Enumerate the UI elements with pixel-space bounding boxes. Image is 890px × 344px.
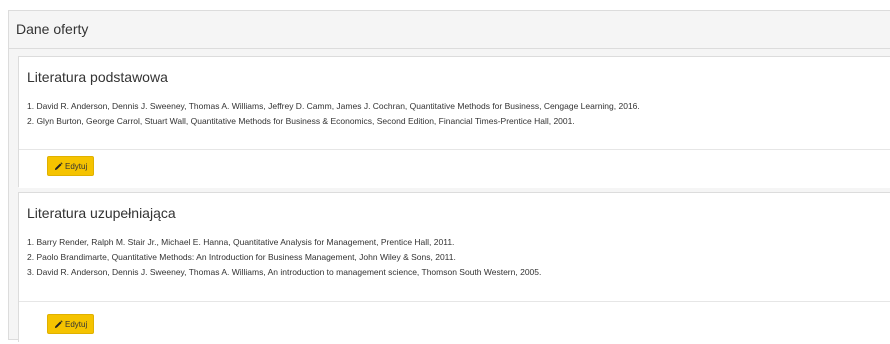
list-item: 3. David R. Anderson, Dennis J. Sweeney,… bbox=[27, 267, 542, 277]
edit-label: Edytuj bbox=[65, 319, 88, 329]
supplementary-literature-list: 1. Barry Render, Ralph M. Stair Jr., Mic… bbox=[19, 221, 890, 280]
card-footer: Edytuj bbox=[19, 149, 890, 188]
list-item: 2. Paolo Brandimarte, Quantitative Metho… bbox=[27, 252, 456, 262]
list-item: 2. Glyn Burton, George Carrol, Stuart Wa… bbox=[27, 116, 575, 126]
supplementary-literature-card: Literatura uzupełniająca 1. Barry Render… bbox=[18, 192, 890, 344]
list-item: 1. David R. Anderson, Dennis J. Sweeney,… bbox=[27, 101, 640, 111]
edit-primary-literature-button[interactable]: Edytuj bbox=[47, 156, 95, 176]
supplementary-literature-title: Literatura uzupełniająca bbox=[27, 205, 176, 221]
card-footer: Edytuj bbox=[19, 301, 890, 344]
edit-supplementary-literature-button[interactable]: Edytuj bbox=[47, 314, 95, 334]
primary-literature-title: Literatura podstawowa bbox=[27, 69, 168, 85]
primary-literature-card: Literatura podstawowa 1. David R. Anders… bbox=[18, 56, 890, 188]
pencil-icon bbox=[54, 319, 63, 328]
edit-label: Edytuj bbox=[65, 161, 88, 171]
list-item: 1. Barry Render, Ralph M. Stair Jr., Mic… bbox=[27, 237, 455, 247]
offer-data-panel: Dane oferty Literatura podstawowa 1. Dav… bbox=[8, 10, 890, 344]
pencil-icon bbox=[54, 161, 63, 170]
primary-literature-list: 1. David R. Anderson, Dennis J. Sweeney,… bbox=[19, 85, 890, 129]
panel-title: Dane oferty bbox=[9, 11, 890, 49]
